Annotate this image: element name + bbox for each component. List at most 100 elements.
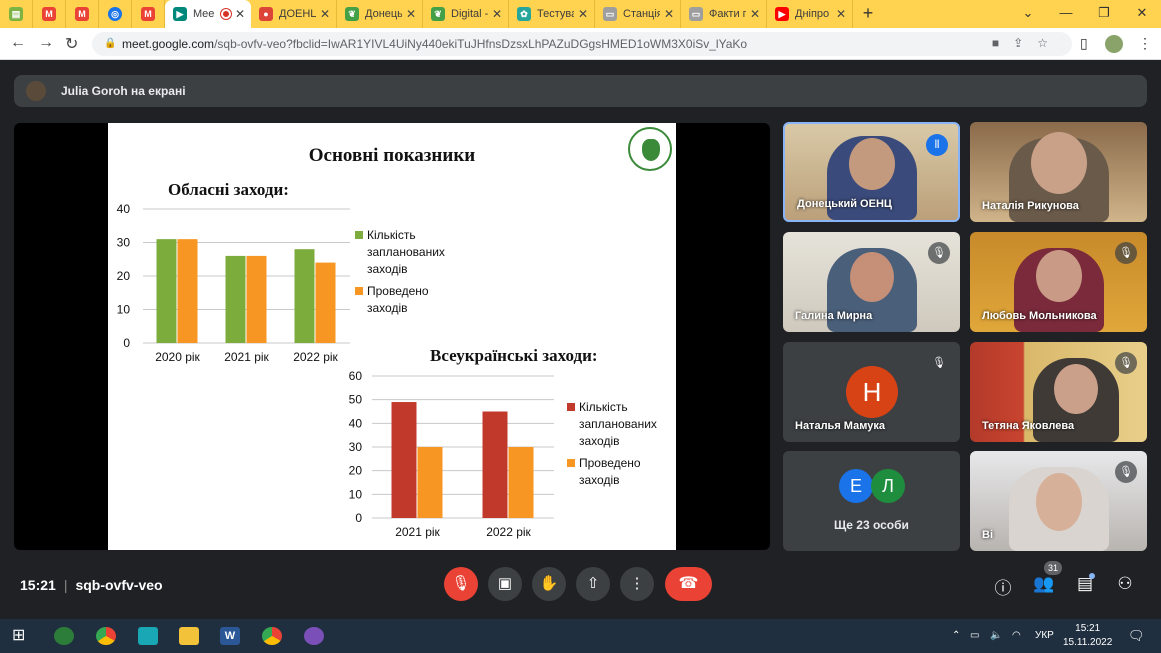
legend-swatch — [567, 459, 575, 467]
close-tab-icon[interactable]: ✕ — [836, 7, 846, 21]
download-app-icon[interactable] — [138, 627, 158, 645]
tab-search-icon[interactable]: ⌄ — [1009, 0, 1047, 28]
more-options-button[interactable]: ⋮ — [620, 567, 654, 601]
leave-call-button[interactable]: ☎ — [665, 567, 712, 601]
tab-11[interactable]: ▭ Станція ✕ — [595, 0, 681, 28]
word-icon[interactable]: W — [220, 627, 240, 645]
file-icon: ▤ — [9, 7, 23, 21]
window-controls: ⌄ — ❐ ✕ — [1009, 0, 1161, 28]
minimize-icon[interactable]: — — [1047, 0, 1085, 28]
x-tick-label: 2020 рік — [155, 350, 200, 364]
legend-label: заходів — [367, 301, 408, 315]
close-tab-icon[interactable]: ✕ — [235, 7, 245, 21]
lock-icon[interactable]: 🔒 — [104, 38, 116, 49]
participant-tile[interactable]: 🎙 Ві — [970, 451, 1147, 551]
presenter-banner: Julia Goroh на екрані — [14, 75, 1147, 107]
people-icon[interactable]: 👥 — [1033, 574, 1055, 594]
chrome-icon[interactable] — [262, 627, 282, 645]
language-indicator[interactable]: УКР — [1035, 630, 1054, 641]
raise-hand-button[interactable]: ✋ — [532, 567, 566, 601]
screen: ▤ M M ◎ M ▶ Mee ✕ ● ДОЕНЦ ✕ ❦ Донецьк ✕ ❦ Dig… — [0, 0, 1161, 653]
participant-tile[interactable]: 🎙 Тетяна Яковлева — [970, 342, 1147, 442]
tab-8[interactable]: ❦ Донецьк ✕ — [337, 0, 423, 28]
volume-icon[interactable]: 🔈 — [990, 630, 1002, 641]
legend-label: Проведено — [579, 456, 641, 470]
battery-icon[interactable]: ▭ — [970, 630, 979, 641]
tab-13[interactable]: ▶ Дніпро ✕ — [767, 0, 853, 28]
bar — [508, 447, 534, 518]
notifications-icon[interactable]: 🗨 — [1128, 628, 1145, 644]
close-tab-icon[interactable]: ✕ — [664, 7, 674, 21]
share-icon[interactable]: ⇪ — [1013, 36, 1037, 50]
present-screen-button[interactable]: ⇧ — [576, 567, 610, 601]
tab-12[interactable]: ▭ Факти пр ✕ — [681, 0, 767, 28]
new-tab-button[interactable]: + — [853, 0, 883, 28]
close-tab-icon[interactable]: ✕ — [492, 7, 502, 21]
more-participants-tile[interactable]: Е Л Ще 23 особи — [783, 451, 960, 551]
tray-arrow-icon[interactable]: ⌃ — [952, 630, 960, 641]
y-tick-label: 60 — [349, 369, 363, 383]
tab-2[interactable]: M — [33, 0, 66, 28]
close-tab-icon[interactable]: ✕ — [578, 7, 588, 21]
y-tick-label: 30 — [117, 236, 131, 250]
close-tab-icon[interactable]: ✕ — [406, 7, 416, 21]
tab-1[interactable]: ▤ — [0, 0, 33, 28]
camera-icon[interactable]: ■ — [992, 36, 1013, 50]
windows-start-icon[interactable]: ⊞ — [12, 627, 32, 645]
system-clock[interactable]: 15:21 15.11.2022 — [1063, 622, 1112, 650]
legend-label: Проведено — [367, 284, 429, 298]
tab-title: ДОЕНЦ — [279, 8, 316, 20]
url-field[interactable]: 🔒 meet.google.com/sqb-ovfv-veo?fbclid=Iw… — [92, 32, 1072, 56]
wifi-icon[interactable]: ◠ — [1012, 630, 1021, 641]
reload-icon[interactable]: ↻ — [65, 34, 78, 54]
tab-meet[interactable]: ▶ Mee ✕ — [165, 0, 251, 28]
y-tick-label: 50 — [349, 393, 363, 407]
tab-4[interactable]: ◎ — [99, 0, 132, 28]
legend-swatch — [355, 287, 363, 295]
chrome-icon[interactable] — [96, 627, 116, 645]
tab-7[interactable]: ● ДОЕНЦ ✕ — [251, 0, 337, 28]
close-tab-icon[interactable]: ✕ — [320, 7, 330, 21]
participant-initial: Е — [839, 469, 873, 503]
back-icon[interactable]: ← — [10, 34, 26, 52]
url-domain: meet.google.com — [122, 37, 215, 51]
viber-icon[interactable] — [304, 627, 324, 645]
participant-tile[interactable]: Н 🎙 Наталья Мамука — [783, 342, 960, 442]
close-window-icon[interactable]: ✕ — [1123, 0, 1161, 28]
y-tick-label: 10 — [117, 303, 131, 317]
y-tick-label: 40 — [349, 416, 363, 430]
tab-9[interactable]: ❦ Digital - ✕ — [423, 0, 509, 28]
participant-tile[interactable]: 🎙 Галина Мирна — [783, 232, 960, 332]
camera-button[interactable]: ▣ — [488, 567, 522, 601]
file-explorer-icon[interactable] — [179, 627, 199, 645]
profile-avatar[interactable] — [1105, 35, 1123, 53]
activities-icon[interactable]: ⚇ — [1114, 574, 1136, 594]
info-icon[interactable]: ⓘ — [992, 574, 1014, 599]
site-icon: ❦ — [431, 7, 445, 21]
side-panel-icon[interactable]: ▯ — [1080, 35, 1088, 52]
restore-icon[interactable]: ❐ — [1085, 0, 1123, 28]
tab-10[interactable]: ✿ Тестуван ✕ — [509, 0, 595, 28]
gmail-icon: M — [42, 7, 56, 21]
bar — [482, 411, 508, 518]
participant-name: Тетяна Яковлева — [982, 420, 1075, 432]
mic-off-button[interactable]: 🎙 — [444, 567, 478, 601]
tab-5[interactable]: M — [132, 0, 165, 28]
url-text: meet.google.com/sqb-ovfv-veo?fbclid=IwAR… — [122, 37, 747, 51]
tab-strip: ▤ M M ◎ M ▶ Mee ✕ ● ДОЕНЦ ✕ ❦ Донецьк ✕ ❦ Dig… — [0, 0, 1161, 28]
slides-icon: ▭ — [689, 7, 703, 21]
app-icon[interactable] — [54, 627, 74, 645]
y-tick-label: 20 — [117, 269, 131, 283]
forward-icon[interactable]: → — [38, 34, 54, 52]
legend-label: Кількість — [579, 400, 628, 414]
presenter-avatar — [26, 81, 46, 101]
participant-tile[interactable]: Наталія Рикунова — [970, 122, 1147, 222]
close-tab-icon[interactable]: ✕ — [750, 7, 760, 21]
tab-3[interactable]: M — [66, 0, 99, 28]
participant-tile[interactable]: ⦀ Донецький ОЕНЦ — [783, 122, 960, 222]
bookmark-star-icon[interactable]: ☆ — [1037, 36, 1062, 50]
participant-tile[interactable]: 🎙 Любовь Мольникова — [970, 232, 1147, 332]
maps-pin-icon: ● — [259, 7, 273, 21]
mic-off-icon: 🎙 — [928, 352, 950, 374]
menu-dots-icon[interactable]: ⋮ — [1138, 35, 1152, 52]
